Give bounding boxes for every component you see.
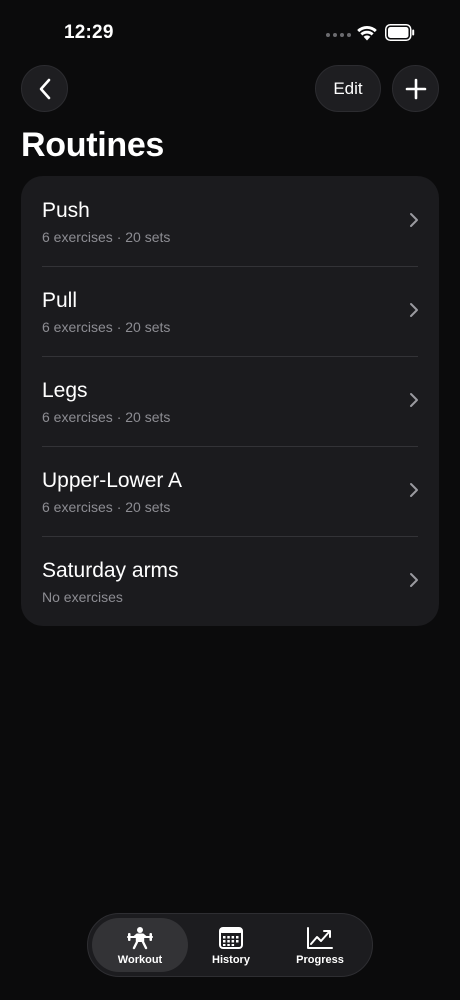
tab-progress[interactable]: Progress (272, 918, 368, 972)
routine-meta: No exercises (42, 589, 123, 605)
calendar-icon (218, 926, 244, 950)
routine-name: Upper-Lower A (42, 469, 183, 492)
tab-label: Workout (117, 954, 163, 966)
page-title: Routines (21, 126, 165, 164)
routine-row-push[interactable]: Push 6 exercises · 20 sets (21, 176, 439, 266)
weightlifter-icon (126, 926, 154, 950)
status-bar: 12:29 (0, 0, 460, 60)
routine-row-legs[interactable]: Legs 6 exercises · 20 sets (21, 356, 439, 446)
chevron-right-icon (410, 303, 418, 317)
chart-trend-icon (306, 926, 334, 950)
tab-label: Progress (296, 954, 344, 966)
routine-list: Push 6 exercises · 20 sets Pull 6 exerci… (21, 176, 439, 626)
routine-name: Legs (42, 379, 88, 402)
routine-meta: 6 exercises · 20 sets (42, 229, 171, 245)
tab-workout[interactable]: Workout (92, 918, 188, 972)
chevron-right-icon (410, 483, 418, 497)
back-button[interactable] (21, 65, 68, 112)
chevron-left-icon (39, 78, 50, 99)
tab-history[interactable]: History (183, 918, 279, 972)
tab-label: History (212, 954, 250, 966)
routine-row-upper-lower-a[interactable]: Upper-Lower A 6 exercises · 20 sets (21, 446, 439, 536)
routine-meta: 6 exercises · 20 sets (42, 499, 171, 515)
edit-button[interactable]: Edit (315, 65, 381, 112)
edit-button-label: Edit (333, 78, 363, 98)
chevron-right-icon (410, 213, 418, 227)
wifi-icon (357, 25, 377, 41)
add-routine-button[interactable] (392, 65, 439, 112)
tab-bar: Workout History Progress (87, 913, 373, 977)
cellular-signal-icon (326, 33, 351, 37)
routine-name: Pull (42, 289, 78, 312)
routine-row-saturday-arms[interactable]: Saturday arms No exercises (21, 536, 439, 626)
plus-icon (405, 78, 426, 99)
routine-name: Push (42, 199, 90, 222)
chevron-right-icon (410, 393, 418, 407)
routine-meta: 6 exercises · 20 sets (42, 319, 171, 335)
chevron-right-icon (410, 573, 418, 587)
battery-icon (385, 24, 415, 41)
routine-row-pull[interactable]: Pull 6 exercises · 20 sets (21, 266, 439, 356)
routine-meta: 6 exercises · 20 sets (42, 409, 171, 425)
routine-name: Saturday arms (42, 559, 179, 582)
status-time: 12:29 (64, 22, 114, 43)
